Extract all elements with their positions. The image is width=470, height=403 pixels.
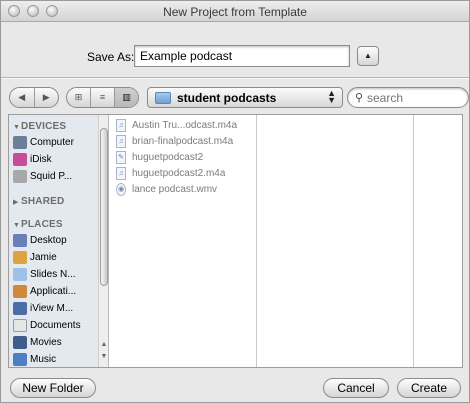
divider-highlight	[1, 78, 469, 79]
sidebar-item-applications[interactable]: Applicati...	[13, 284, 101, 300]
home-icon	[13, 251, 27, 264]
sidebar-item-squid[interactable]: Squid P...	[13, 169, 101, 185]
drive-icon	[13, 170, 27, 183]
save-as-input[interactable]	[134, 45, 350, 67]
documents-icon	[13, 319, 27, 332]
save-dialog-window: New Project from Template Save As: ▲ ◀ ▶…	[0, 0, 470, 403]
file-item[interactable]: ◉ lance podcast.wmv	[116, 182, 256, 198]
folder-icon	[13, 268, 27, 281]
column-view-button[interactable]: ▥	[114, 88, 138, 107]
search-input[interactable]	[367, 90, 463, 105]
sidebar-item-jamie[interactable]: Jamie	[13, 250, 101, 266]
movies-icon	[13, 336, 27, 349]
cancel-button[interactable]: Cancel	[323, 378, 389, 398]
file-column: ♫ Austin Tru...odcast.m4a ♫ brian-finalp…	[110, 115, 267, 367]
folder-location-popup[interactable]: student podcasts ▲ ▼	[147, 87, 343, 108]
iview-icon	[13, 302, 27, 315]
folder-location-label: student podcasts	[177, 91, 277, 105]
sidebar: ▼DEVICES Computer iDisk Squid P... ▶ SHAR…	[9, 115, 109, 367]
disclosure-triangle-open-icon: ▼	[13, 124, 21, 131]
window-title: New Project from Template	[163, 5, 307, 19]
file-browser: ▼DEVICES Computer iDisk Squid P... ▶ SHAR…	[8, 114, 463, 368]
audio-file-icon: ♫	[116, 135, 126, 148]
popup-arrows-icon: ▲ ▼	[327, 88, 336, 105]
search-field[interactable]: ⚲	[347, 87, 469, 108]
sidebar-scroll-thumb[interactable]	[100, 128, 108, 286]
file-item[interactable]: ♫ huguetpodcast2.m4a	[116, 166, 256, 182]
sidebar-item-desktop[interactable]: Desktop	[13, 233, 101, 249]
scroll-up-arrow-icon[interactable]: ▲	[100, 341, 108, 348]
sidebar-item-idisk[interactable]: iDisk	[13, 152, 101, 168]
file-item[interactable]: ✎ huguetpodcast2	[116, 150, 256, 166]
sidebar-section-places[interactable]: ▼PLACES	[13, 219, 63, 230]
back-forward-control: ◀ ▶	[9, 87, 59, 108]
sidebar-section-devices[interactable]: ▼DEVICES	[13, 121, 66, 132]
empty-column	[415, 115, 462, 367]
empty-column	[258, 115, 414, 367]
sidebar-item-documents[interactable]: Documents	[13, 318, 101, 334]
back-button[interactable]: ◀	[10, 88, 34, 107]
save-as-row: Save As: ▲	[1, 45, 469, 69]
disclosure-triangle-closed-icon: ▶	[13, 199, 19, 206]
scroll-down-arrow-icon[interactable]: ▼	[100, 353, 108, 360]
browser-toolbar: ◀ ▶ ⊞ ≡ ▥ student podcasts ▲ ▼ ⚲	[1, 87, 469, 109]
file-item[interactable]: ♫ Austin Tru...odcast.m4a	[116, 118, 256, 134]
forward-button[interactable]: ▶	[33, 88, 59, 107]
create-button[interactable]: Create	[397, 378, 461, 398]
idisk-icon	[13, 153, 27, 166]
collapse-dialog-button[interactable]: ▲	[357, 46, 379, 66]
new-folder-button[interactable]: New Folder	[10, 378, 96, 398]
sidebar-item-music[interactable]: Music	[13, 352, 101, 367]
file-item[interactable]: ♫ brian-finalpodcast.m4a	[116, 134, 256, 150]
sidebar-item-slides[interactable]: Slides N...	[13, 267, 101, 283]
sidebar-scrollbar[interactable]: ▲ ▼	[98, 115, 108, 367]
list-view-button[interactable]: ≡	[90, 88, 114, 107]
document-icon: ✎	[116, 151, 126, 164]
desktop-icon	[13, 234, 27, 247]
save-as-label: Save As:	[87, 50, 135, 64]
disclosure-triangle-open-icon: ▼	[13, 222, 21, 229]
video-file-icon: ◉	[116, 183, 126, 196]
sidebar-item-computer[interactable]: Computer	[13, 135, 101, 151]
computer-icon	[13, 136, 27, 149]
view-mode-control: ⊞ ≡ ▥	[66, 87, 139, 108]
folder-icon	[155, 92, 171, 104]
icon-view-button[interactable]: ⊞	[67, 88, 90, 107]
disclosure-up-icon: ▲	[364, 51, 372, 60]
sidebar-section-shared[interactable]: ▶ SHARED	[13, 196, 64, 207]
applications-icon	[13, 285, 27, 298]
title-bar: New Project from Template	[1, 1, 469, 22]
music-icon	[13, 353, 27, 366]
audio-file-icon: ♫	[116, 167, 126, 180]
sidebar-item-iview[interactable]: iView M...	[13, 301, 101, 317]
search-icon: ⚲	[355, 92, 364, 104]
sidebar-item-movies[interactable]: Movies	[13, 335, 101, 351]
audio-file-icon: ♫	[116, 119, 126, 132]
